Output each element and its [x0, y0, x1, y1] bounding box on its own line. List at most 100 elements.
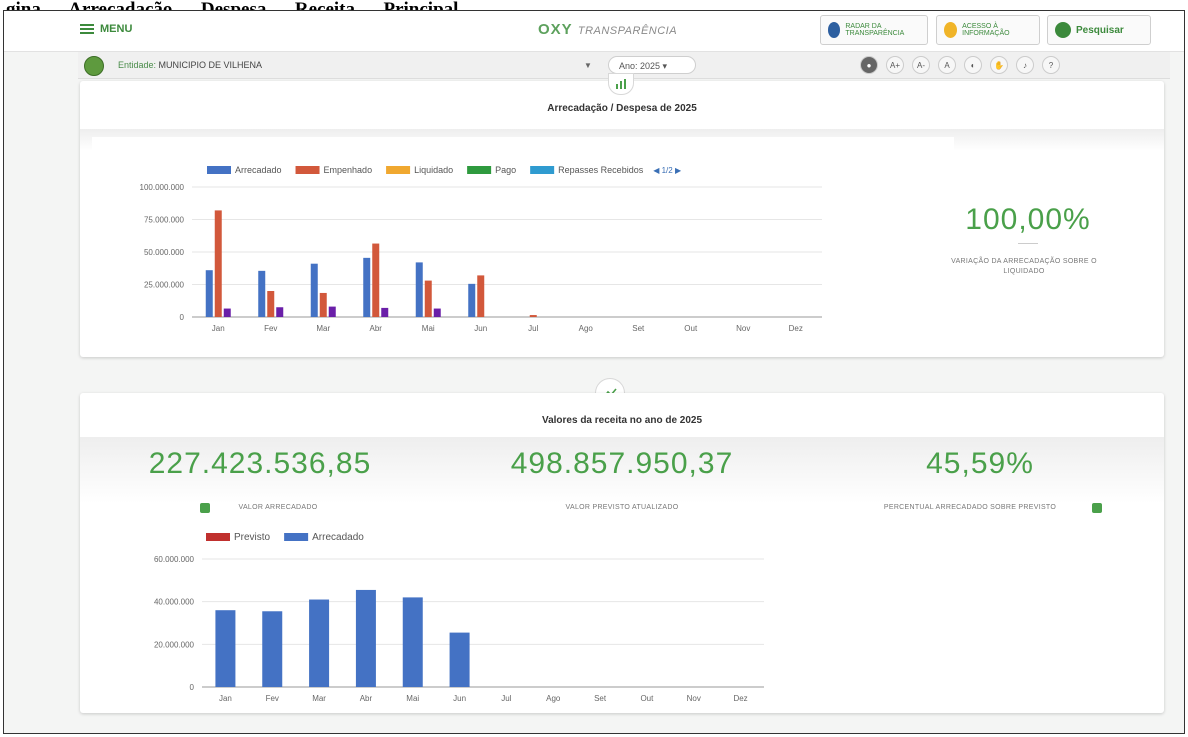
- legend-label[interactable]: Liquidado: [414, 165, 453, 175]
- bar-repasses-recebidos[interactable]: [223, 308, 231, 317]
- legend-label[interactable]: Previsto: [234, 532, 271, 543]
- bar-repasses-recebidos[interactable]: [328, 306, 336, 317]
- bar-arrecadado[interactable]: [309, 599, 330, 687]
- x-tick-label: Ago: [546, 694, 561, 703]
- x-tick-label: Out: [684, 324, 698, 333]
- kpi-percentual-label: PERCENTUAL ARRECADADO SOBRE PREVISTO: [883, 504, 1057, 511]
- legend-label[interactable]: Repasses Recebidos: [558, 165, 644, 175]
- legend-swatch: [206, 533, 230, 541]
- chart2-area: 0 20.000.000 40.000.000 60.000.000 Jan Fev Mar…: [96, 519, 876, 707]
- bar-empenhado[interactable]: [529, 315, 537, 317]
- bar-repasses-recebidos[interactable]: [433, 308, 441, 317]
- x-tick-label: Dez: [733, 694, 747, 703]
- browser-viewport: MENU OXY TRANSPARÊNCIA RADAR DA TRANSPAR…: [3, 10, 1185, 734]
- bar-empenhado[interactable]: [319, 292, 327, 317]
- brand-sub: TRANSPARÊNCIA: [577, 25, 678, 37]
- bar-empenhado[interactable]: [267, 291, 275, 317]
- year-label: Ano: 2025: [619, 61, 661, 71]
- x-tick-label: Out: [640, 694, 654, 703]
- listen-icon[interactable]: ♪: [1016, 56, 1034, 74]
- acesso-informacao-button[interactable]: ACESSO À INFORMAÇÃO: [936, 15, 1040, 45]
- x-tick-label: Abr: [360, 694, 373, 703]
- x-tick-label: Fev: [264, 324, 277, 333]
- sign-language-icon[interactable]: ✋: [990, 56, 1008, 74]
- top-navbar: MENU OXY TRANSPARÊNCIA RADAR DA TRANSPAR…: [4, 11, 1184, 52]
- bar-arrecadado[interactable]: [310, 263, 318, 317]
- y-tick-label: 20.000.000: [154, 640, 195, 649]
- kpi-variacao-value: 100,00%: [965, 203, 1091, 236]
- bar-repasses-recebidos[interactable]: [276, 307, 284, 317]
- legend-swatch: [295, 166, 320, 174]
- font-decrease-button[interactable]: A-: [912, 56, 930, 74]
- legend-label[interactable]: Arrecadado: [235, 165, 282, 175]
- legend-swatch: [207, 166, 231, 174]
- bar-arrecadado[interactable]: [415, 262, 423, 317]
- radar-icon: [828, 22, 841, 38]
- x-tick-label: Nov: [736, 324, 750, 333]
- bar-arrecadado[interactable]: [363, 257, 371, 317]
- x-tick-label: Jan: [219, 694, 232, 703]
- x-tick-label: Set: [594, 694, 607, 703]
- y-tick-label: 40.000.000: [154, 598, 195, 607]
- expand-percentual-icon[interactable]: [1092, 503, 1102, 513]
- bar-chart-icon: [608, 73, 634, 95]
- contrast-icon[interactable]: ●: [860, 56, 878, 74]
- bar-arrecadado[interactable]: [215, 610, 236, 687]
- x-tick-label: Jul: [528, 324, 538, 333]
- pesquisar-button[interactable]: Pesquisar: [1047, 15, 1151, 45]
- y-tick-label: 75.000.000: [144, 216, 185, 225]
- kpi-divider: [1018, 243, 1038, 244]
- bar-arrecadado[interactable]: [449, 632, 470, 687]
- bar-empenhado[interactable]: [372, 243, 380, 317]
- chart1-area: 0 25.000.000 50.000.000 75.000.000 100.000.0…: [92, 137, 954, 347]
- x-tick-label: Dez: [789, 324, 803, 333]
- legend-label[interactable]: Empenhado: [324, 165, 373, 175]
- menu-button[interactable]: MENU: [80, 23, 132, 35]
- x-tick-label: Set: [632, 324, 645, 333]
- chart-valores-receita: 0 20.000.000 40.000.000 60.000.000 Jan Fev Mar…: [154, 532, 764, 703]
- bar-arrecadado[interactable]: [468, 283, 476, 317]
- kpi-valor-arrecadado: 227.423.536,85: [148, 447, 372, 480]
- y-tick-label: 0: [190, 683, 195, 692]
- help-button[interactable]: ?: [1042, 56, 1060, 74]
- x-tick-label: Fev: [266, 694, 279, 703]
- bar-arrecadado[interactable]: [262, 611, 283, 687]
- entity-selector[interactable]: Entidade: MUNICIPIO DE VILHENA: [118, 60, 262, 70]
- bar-arrecadado[interactable]: [402, 597, 423, 687]
- kpi-percentual: 45,59%: [926, 447, 1034, 480]
- font-increase-button[interactable]: A+: [886, 56, 904, 74]
- bar-empenhado[interactable]: [477, 275, 485, 317]
- legend-swatch: [386, 166, 411, 174]
- bar-arrecadado[interactable]: [258, 270, 266, 317]
- valores-receita-panel: Valores da receita no ano de 2025 227.42…: [80, 393, 1164, 713]
- brand-logo[interactable]: OXY TRANSPARÊNCIA: [538, 21, 677, 38]
- search-icon: [1055, 22, 1071, 38]
- x-tick-label: Jan: [212, 324, 225, 333]
- high-contrast-icon[interactable]: ◐: [964, 56, 982, 74]
- bar-empenhado[interactable]: [424, 280, 432, 317]
- y-tick-label: 60.000.000: [154, 555, 195, 564]
- brand-main: OXY: [538, 21, 573, 38]
- entity-dropdown-icon[interactable]: ▼: [584, 61, 592, 70]
- x-tick-label: Mai: [422, 324, 435, 333]
- pesquisar-label: Pesquisar: [1076, 24, 1124, 36]
- radar-transparencia-button[interactable]: RADAR DA TRANSPARÊNCIA: [820, 15, 928, 45]
- legend-swatch: [284, 533, 309, 541]
- legend-label[interactable]: Pago: [495, 165, 516, 175]
- font-reset-button[interactable]: A: [938, 56, 956, 74]
- kpi-valor-previsto: 498.857.950,37: [510, 447, 734, 480]
- bar-arrecadado[interactable]: [355, 589, 376, 687]
- legend-label[interactable]: Arrecadado: [312, 532, 364, 543]
- kpi-valor-arrecadado-label: VALOR ARRECADADO: [238, 504, 318, 511]
- hamburger-icon: [80, 24, 94, 34]
- x-tick-label: Jun: [474, 324, 487, 333]
- x-tick-label: Ago: [579, 324, 594, 333]
- x-tick-label: Mar: [312, 694, 326, 703]
- x-tick-label: Jul: [501, 694, 511, 703]
- menu-label: MENU: [100, 23, 133, 35]
- bar-arrecadado[interactable]: [205, 270, 213, 317]
- year-select[interactable]: Ano: 2025 ▾: [608, 56, 696, 74]
- bar-empenhado[interactable]: [214, 210, 222, 317]
- legend-pager[interactable]: ◀ 1/2 ▶: [653, 166, 682, 175]
- bar-repasses-recebidos[interactable]: [381, 307, 389, 317]
